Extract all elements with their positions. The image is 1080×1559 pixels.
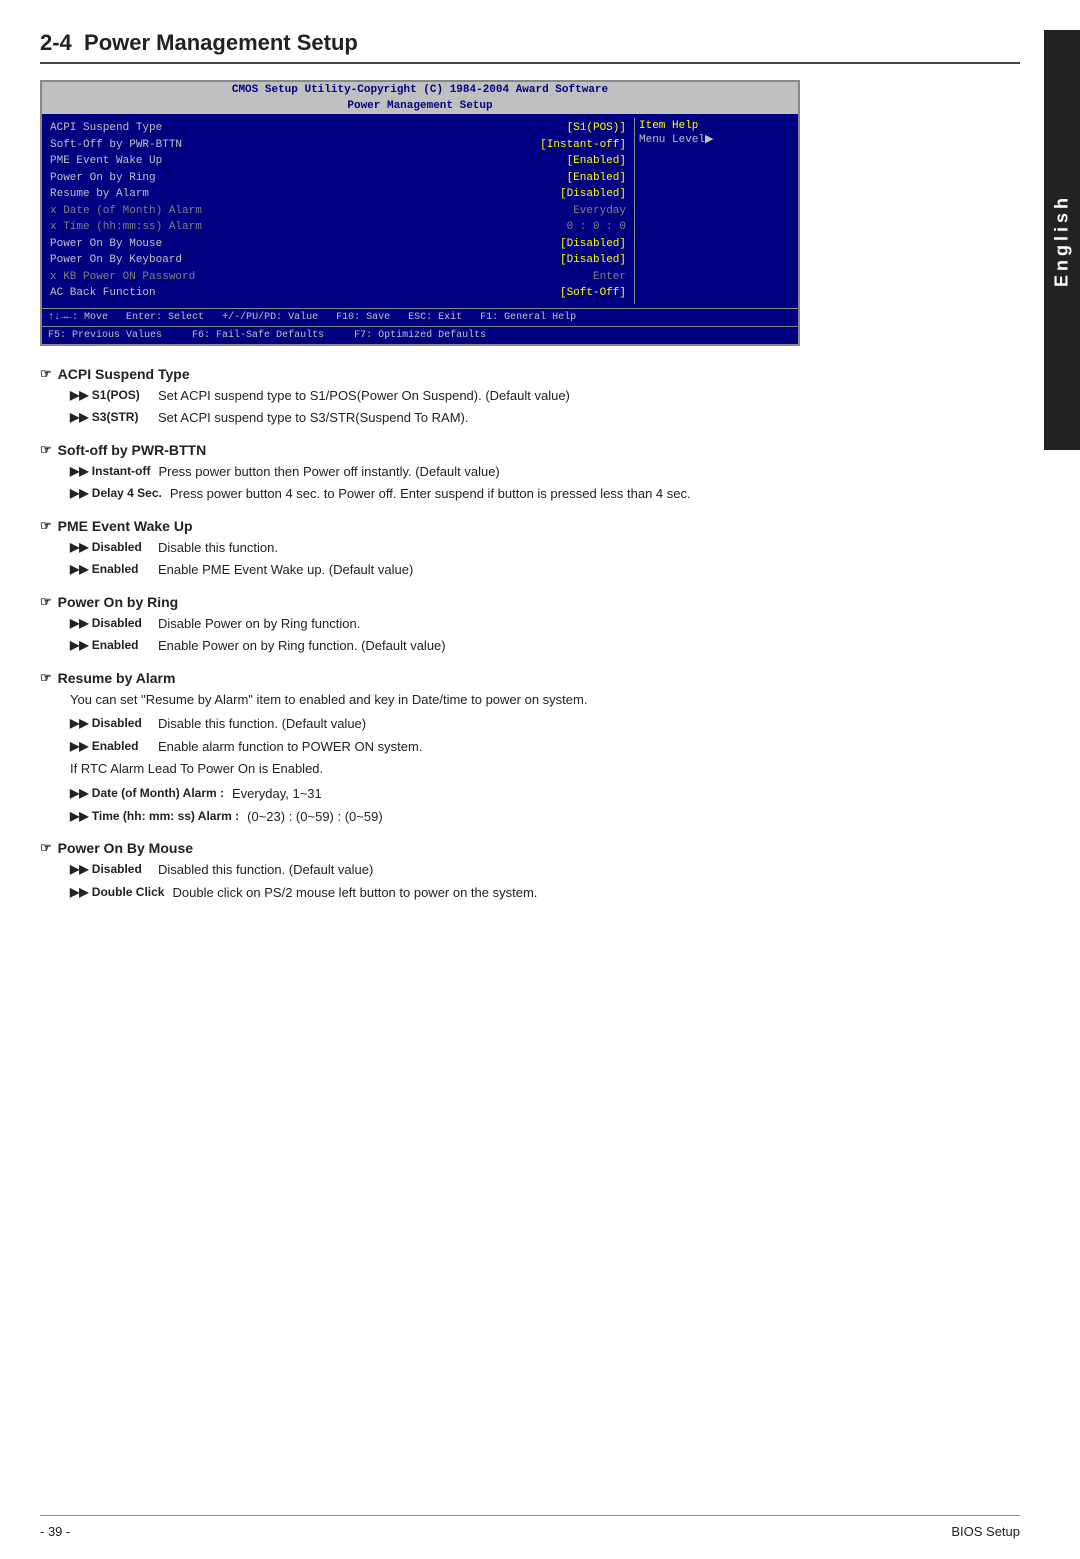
bullet-item: ▶▶ Enabled Enable PME Event Wake up. (Def… — [70, 560, 1020, 580]
section-resume-by-alarm: Resume by Alarm You can set "Resume by Al… — [40, 670, 1020, 827]
bullet-term: ▶▶ Instant-off — [70, 462, 150, 482]
bullet-list-acpi-suspend-type: ▶▶ S1(POS) Set ACPI suspend type to S1/PO… — [70, 386, 1020, 428]
bullet-item: ▶▶ Disabled Disabled this function. (Defa… — [70, 860, 1020, 880]
page-number: - 39 - — [40, 1524, 70, 1539]
page-title: 2-4 Power Management Setup — [40, 30, 1020, 64]
bios-row: x Date (of Month) AlarmEveryday — [50, 203, 626, 220]
page-footer: - 39 - BIOS Setup — [40, 1515, 1020, 1539]
sub-bullet-desc: Everyday, 1~31 — [232, 784, 1020, 804]
bullet-term: ▶▶ Double Click — [70, 883, 164, 903]
section-note-resume-by-alarm: You can set "Resume by Alarm" item to en… — [70, 690, 1020, 711]
footer-right: BIOS Setup — [951, 1524, 1020, 1539]
bullet-desc: Enable Power on by Ring function. (Defau… — [158, 636, 1020, 656]
bios-left-panel: ACPI Suspend Type[S1(POS)] Soft-Off by P… — [46, 118, 630, 304]
bullet-desc: Disable Power on by Ring function. — [158, 614, 1020, 634]
bullet-term: ▶▶ Disabled — [70, 860, 150, 880]
bios-nav-f5: F5: Previous Values — [48, 330, 162, 341]
bios-header2: Power Management Setup — [42, 98, 798, 114]
section-title-acpi-suspend-type: ACPI Suspend Type — [40, 366, 1020, 382]
bullet-term: ▶▶ Disabled — [70, 614, 150, 634]
bios-row: ACPI Suspend Type[S1(POS)] — [50, 120, 626, 137]
bullet-desc: Double click on PS/2 mouse left button t… — [172, 883, 1020, 903]
section-subnote-resume-by-alarm: If RTC Alarm Lead To Power On is Enabled… — [70, 759, 1020, 780]
bullet-desc: Set ACPI suspend type to S3/STR(Suspend … — [158, 408, 1020, 428]
bullet-list-pme-event-wake-up: ▶▶ DisabledDisable this function.▶▶ Enab… — [70, 538, 1020, 580]
section-acpi-suspend-type: ACPI Suspend Type ▶▶ S1(POS) Set ACPI susp… — [40, 366, 1020, 428]
sub-bullet-item: ▶▶ Date (of Month) Alarm : Everyday, 1~31 — [70, 784, 1020, 804]
section-title-power-on-by-ring: Power On by Ring — [40, 594, 1020, 610]
bullet-item: ▶▶ Enabled Enable alarm function to POWER… — [70, 737, 1020, 757]
bios-footer2: F5: Previous Values F6: Fail-Safe Defaul… — [42, 326, 798, 344]
bios-row: Power On By Keyboard[Disabled] — [50, 252, 626, 269]
bios-row: Power On by Ring[Enabled] — [50, 170, 626, 187]
sub-bullet-item: ▶▶ Time (hh: mm: ss) Alarm : (0~23) : (0~… — [70, 807, 1020, 827]
bullet-term: ▶▶ Disabled — [70, 714, 150, 734]
bullet-desc: Disabled this function. (Default value) — [158, 860, 1020, 880]
bullet-term: ▶▶ Enabled — [70, 636, 150, 656]
bullet-term: ▶▶ Enabled — [70, 737, 150, 757]
bullet-list-power-on-by-mouse: ▶▶ Disabled Disabled this function. (Defa… — [70, 860, 1020, 902]
bullet-item: ▶▶ Disabled Disable Power on by Ring func… — [70, 614, 1020, 634]
bullet-item: ▶▶ Disabled Disable this function. — [70, 538, 1020, 558]
sub-bullet-term: ▶▶ Time (hh: mm: ss) Alarm : — [70, 807, 239, 827]
sub-bullet-desc: (0~23) : (0~59) : (0~59) — [247, 807, 1020, 827]
bullet-item: ▶▶ Disabled Disable this function. (Defau… — [70, 714, 1020, 734]
bullet-list-resume-by-alarm: ▶▶ Disabled Disable this function. (Defau… — [70, 714, 1020, 756]
bios-footer: ↑↓→←: Move Enter: Select +/-/PU/PD: Valu… — [42, 308, 798, 326]
bullet-item: ▶▶ Instant-off Press power button then Po… — [70, 462, 1020, 482]
bios-nav-f10: F10: Save — [336, 312, 390, 323]
section-title-resume-by-alarm: Resume by Alarm — [40, 670, 1020, 686]
bullet-term: ▶▶ S3(STR) — [70, 408, 150, 428]
section-title-pme-event-wake-up: PME Event Wake Up — [40, 518, 1020, 534]
bios-row: Power On By Mouse[Disabled] — [50, 236, 626, 253]
bullet-desc: Press power button then Power off instan… — [158, 462, 1020, 482]
bios-header1: CMOS Setup Utility-Copyright (C) 1984-20… — [42, 82, 798, 98]
bullet-term: ▶▶ Disabled — [70, 538, 150, 558]
bios-item-help-text: Menu Level▶ — [639, 132, 790, 146]
sub-bullet-list-resume-by-alarm: ▶▶ Date (of Month) Alarm : Everyday, 1~31… — [70, 784, 1020, 826]
section-title-soft-off-pwr-bttn: Soft-off by PWR-BTTN — [40, 442, 1020, 458]
bullet-list-power-on-by-ring: ▶▶ Disabled Disable Power on by Ring func… — [70, 614, 1020, 656]
bullet-item: ▶▶ S1(POS) Set ACPI suspend type to S1/PO… — [70, 386, 1020, 406]
section-power-on-by-mouse: Power On By Mouse ▶▶ Disabled Disabled thi… — [40, 840, 1020, 902]
bullet-term: ▶▶ Enabled — [70, 560, 150, 580]
bullet-item: ▶▶ Delay 4 Sec. Press power button 4 sec.… — [70, 484, 1020, 504]
section-power-on-by-ring: Power On by Ring ▶▶ Disabled Disable Power… — [40, 594, 1020, 656]
sub-bullet-term: ▶▶ Date (of Month) Alarm : — [70, 784, 224, 804]
bullet-desc: Disable this function. (Default value) — [158, 714, 1020, 734]
bullet-item: ▶▶ Enabled Enable Power on by Ring functi… — [70, 636, 1020, 656]
bios-nav-f1: F1: General Help — [480, 312, 576, 323]
bios-item-help: Item Help Menu Level▶ — [634, 118, 794, 304]
bios-nav-value: +/-/PU/PD: Value — [222, 312, 318, 323]
bullet-term: ▶▶ S1(POS) — [70, 386, 150, 406]
bios-row: Soft-Off by PWR-BTTN[Instant-off] — [50, 137, 626, 154]
bullet-desc: Disable this function. — [158, 538, 1020, 558]
bios-item-help-title: Item Help — [639, 120, 790, 132]
section-soft-off-pwr-bttn: Soft-off by PWR-BTTN ▶▶ Instant-off Press … — [40, 442, 1020, 504]
bios-screen: CMOS Setup Utility-Copyright (C) 1984-20… — [40, 80, 800, 346]
bullet-item: ▶▶ Double Click Double click on PS/2 mous… — [70, 883, 1020, 903]
section-pme-event-wake-up: PME Event Wake Up ▶▶ Disabled Disable this… — [40, 518, 1020, 580]
bullet-term: ▶▶ Delay 4 Sec. — [70, 484, 162, 504]
english-tab-label: English — [1044, 30, 1080, 450]
bullet-desc: Press power button 4 sec. to Power off. … — [170, 484, 1020, 504]
bullet-item: ▶▶ S3(STR) Set ACPI suspend type to S3/ST… — [70, 408, 1020, 428]
section-title-power-on-by-mouse: Power On By Mouse — [40, 840, 1020, 856]
bullet-desc: Enable alarm function to POWER ON system… — [158, 737, 1020, 757]
sections-container: ACPI Suspend Type ▶▶ S1(POS) Set ACPI susp… — [40, 366, 1020, 903]
bios-nav-move: ↑↓→←: Move — [48, 312, 108, 323]
bios-row: x Time (hh:mm:ss) Alarm0 : 0 : 0 — [50, 219, 626, 236]
bullet-desc: Enable PME Event Wake up. (Default value… — [158, 560, 1020, 580]
bullet-desc: Set ACPI suspend type to S1/POS(Power On… — [158, 386, 1020, 406]
bios-nav-enter: Enter: Select — [126, 312, 204, 323]
bios-row: Resume by Alarm[Disabled] — [50, 186, 626, 203]
bios-row: PME Event Wake Up[Enabled] — [50, 153, 626, 170]
bios-nav-esc: ESC: Exit — [408, 312, 462, 323]
bios-nav-f6: F6: Fail-Safe Defaults — [192, 330, 324, 341]
bios-row: AC Back Function[Soft-Off] — [50, 285, 626, 302]
bios-row: x KB Power ON PasswordEnter — [50, 269, 626, 286]
bios-nav-f7: F7: Optimized Defaults — [354, 330, 486, 341]
bullet-list-soft-off-pwr-bttn: ▶▶ Instant-off Press power button then Po… — [70, 462, 1020, 504]
